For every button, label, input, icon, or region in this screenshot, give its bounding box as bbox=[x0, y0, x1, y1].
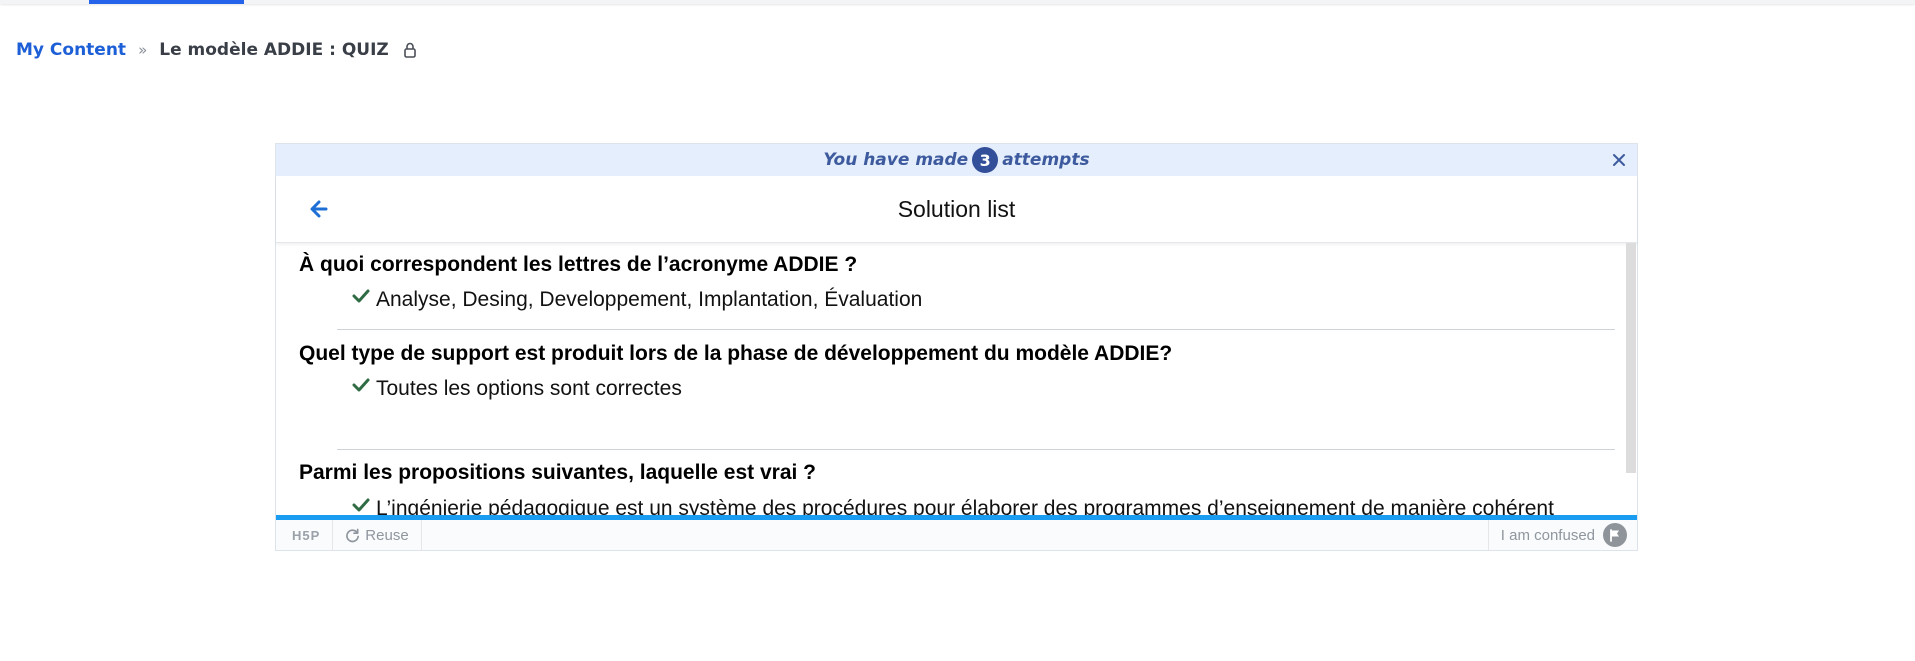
attempts-banner: You have made 3 attempts bbox=[276, 144, 1637, 177]
question-text: Quel type de support est produit lors de… bbox=[299, 342, 1173, 365]
question-text: À quoi correspondent les lettres de l’ac… bbox=[299, 253, 858, 276]
answer-text: Analyse, Desing, Developpement, Implanta… bbox=[376, 288, 923, 311]
top-navigation-bar bbox=[0, 0, 1915, 4]
solution-list-body: À quoi correspondent les lettres de l’ac… bbox=[276, 243, 1637, 517]
i-am-confused-button[interactable]: I am confused bbox=[1487, 520, 1637, 550]
h5p-logo: H5P bbox=[292, 527, 321, 543]
breadcrumb-my-content-link[interactable]: My Content bbox=[16, 40, 126, 60]
breadcrumb-current-page: Le modèle ADDIE : QUIZ bbox=[159, 40, 389, 60]
attempts-prefix: You have made bbox=[823, 150, 969, 170]
confused-label: I am confused bbox=[1500, 526, 1595, 544]
active-nav-indicator bbox=[89, 0, 244, 4]
close-icon[interactable] bbox=[1611, 152, 1627, 168]
h5p-footer: H5P Reuse I am confused bbox=[276, 520, 1637, 550]
refresh-icon bbox=[346, 528, 360, 542]
question-divider bbox=[337, 329, 1615, 330]
check-icon bbox=[352, 377, 370, 393]
h5p-quiz-container: You have made 3 attempts Solution list À… bbox=[275, 143, 1638, 551]
scrollbar[interactable] bbox=[1626, 243, 1636, 473]
lock-icon bbox=[403, 42, 417, 58]
breadcrumb-separator: » bbox=[138, 41, 148, 59]
attempts-count-badge: 3 bbox=[972, 147, 999, 173]
check-icon bbox=[352, 288, 370, 304]
question-divider bbox=[337, 449, 1615, 450]
answer-text: L’ingénierie pédagogique est un système … bbox=[376, 497, 1554, 517]
breadcrumb: My Content » Le modèle ADDIE : QUIZ bbox=[16, 38, 417, 62]
reuse-label: Reuse bbox=[365, 526, 409, 544]
solution-list-title: Solution list bbox=[897, 196, 1016, 222]
check-icon bbox=[352, 497, 370, 513]
question-text: Parmi les propositions suivantes, laquel… bbox=[299, 461, 817, 484]
answer-text: Toutes les options sont correctes bbox=[376, 377, 682, 400]
solution-list-header: Solution list bbox=[276, 176, 1637, 243]
flag-icon bbox=[1603, 523, 1627, 547]
reuse-button[interactable]: Reuse bbox=[332, 520, 422, 550]
attempts-suffix: attempts bbox=[1002, 150, 1090, 170]
